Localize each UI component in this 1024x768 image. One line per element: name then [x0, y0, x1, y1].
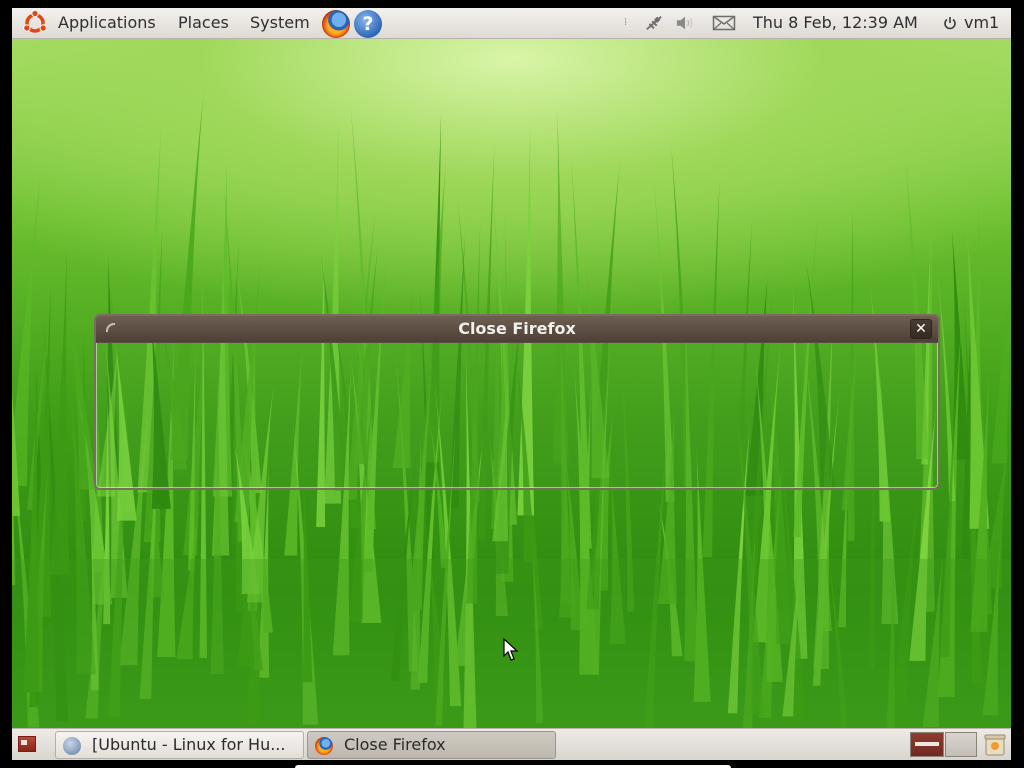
grass-blade: [991, 275, 1011, 464]
clock[interactable]: Thu 8 Feb, 12:39 AM: [753, 12, 918, 34]
taskbar-item-close-firefox[interactable]: Close Firefox: [307, 731, 556, 759]
taskbar-item-label: Close Firefox: [344, 735, 446, 754]
system-menu[interactable]: System: [246, 12, 314, 34]
help-launcher-icon[interactable]: ?: [354, 10, 382, 38]
mouse-pointer-icon: [503, 638, 519, 661]
mail-icon[interactable]: [712, 14, 736, 32]
user-menu[interactable]: vm1: [964, 12, 999, 34]
top-panel: Applications Places System ? ⁞ Thu 8 Feb…: [12, 8, 1011, 39]
window-body: [96, 342, 938, 488]
firefox-icon: [315, 737, 333, 755]
bottom-panel: [Ubuntu - Linux for Hu... Close Firefox: [12, 728, 1011, 760]
panel-handle-icon: ⁞: [624, 17, 628, 28]
help-icon: [63, 737, 81, 755]
volume-icon[interactable]: [673, 14, 697, 32]
trash-icon[interactable]: [982, 731, 1008, 757]
ubuntu-logo-icon[interactable]: [22, 10, 48, 36]
power-icon[interactable]: [943, 16, 957, 30]
workspace-1[interactable]: [910, 732, 944, 757]
show-desktop-icon[interactable]: [18, 736, 36, 752]
firefox-launcher-icon[interactable]: [322, 10, 350, 38]
taskbar-item-label: [Ubuntu - Linux for Hu...: [92, 735, 286, 754]
workspace-2[interactable]: [945, 732, 977, 757]
places-menu[interactable]: Places: [174, 12, 233, 34]
applications-menu[interactable]: Applications: [54, 12, 160, 34]
window-close-button[interactable]: ✕: [910, 319, 932, 339]
window-titlebar[interactable]: Close Firefox ✕: [96, 316, 938, 342]
taskbar-item-ubuntu-help[interactable]: [Ubuntu - Linux for Hu...: [55, 731, 304, 759]
window-title: Close Firefox: [458, 319, 576, 338]
close-firefox-window[interactable]: Close Firefox ✕: [94, 314, 940, 490]
workspace-window-indicator: [915, 742, 939, 746]
network-icon[interactable]: [643, 14, 665, 32]
